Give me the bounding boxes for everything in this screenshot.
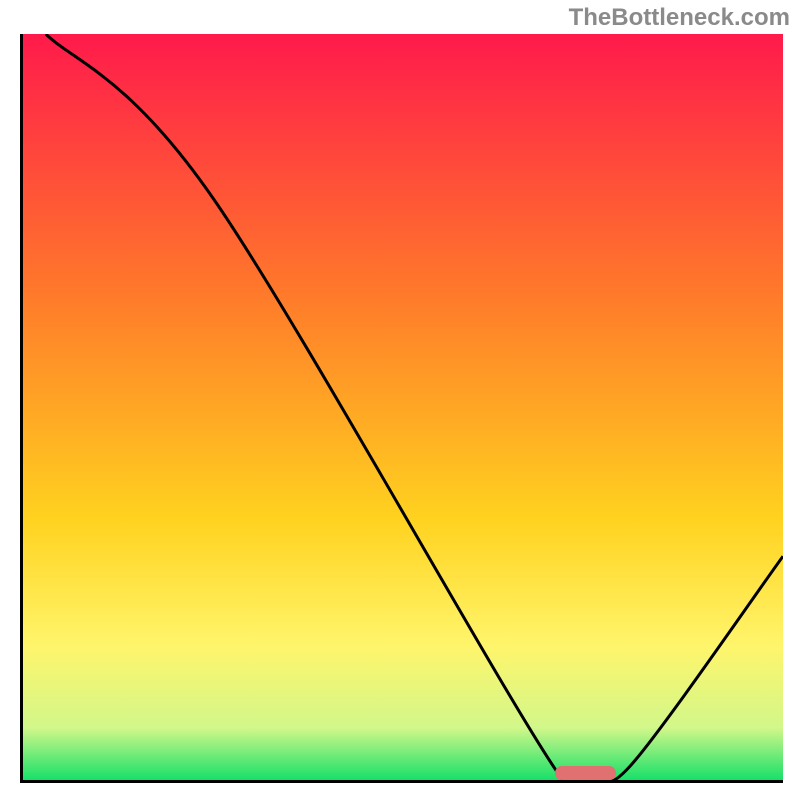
chart-wrapper: TheBottleneck.com: [0, 0, 800, 800]
curve-layer: [23, 34, 783, 780]
optimal-range-marker: [555, 766, 616, 780]
plot-area: [20, 34, 783, 783]
bottleneck-curve: [46, 34, 783, 780]
attribution-label: TheBottleneck.com: [569, 4, 790, 32]
